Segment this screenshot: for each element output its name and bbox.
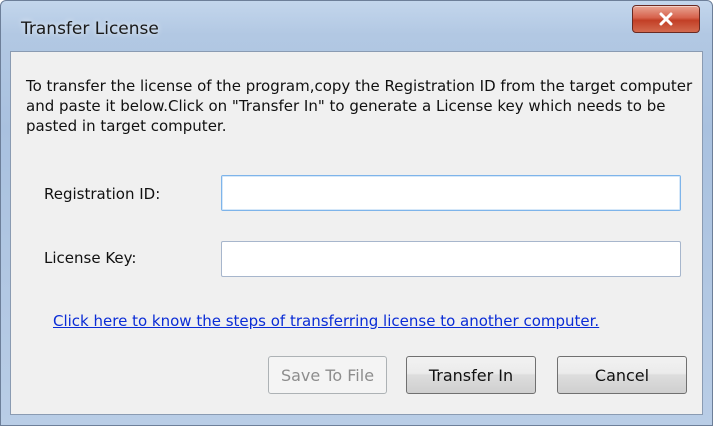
license-key-field[interactable] [221, 241, 681, 277]
registration-id-label: Registration ID: [44, 185, 161, 203]
transfer-help-link[interactable]: Click here to know the steps of transfer… [53, 312, 599, 330]
window-title: Transfer License [21, 19, 159, 39]
license-key-label: License Key: [44, 249, 137, 267]
title-bar[interactable]: Transfer License [1, 1, 712, 53]
close-icon [658, 12, 674, 26]
cancel-button[interactable]: Cancel [557, 356, 687, 394]
dialog-body: To transfer the license of the program,c… [10, 51, 703, 415]
transfer-in-button[interactable]: Transfer In [406, 356, 536, 394]
close-button[interactable] [632, 5, 700, 33]
registration-id-field[interactable] [221, 175, 681, 211]
instructions-text: To transfer the license of the program,c… [26, 77, 693, 135]
transfer-license-window: Transfer License To transfer the license… [0, 0, 713, 426]
save-to-file-button[interactable]: Save To File [268, 356, 387, 394]
